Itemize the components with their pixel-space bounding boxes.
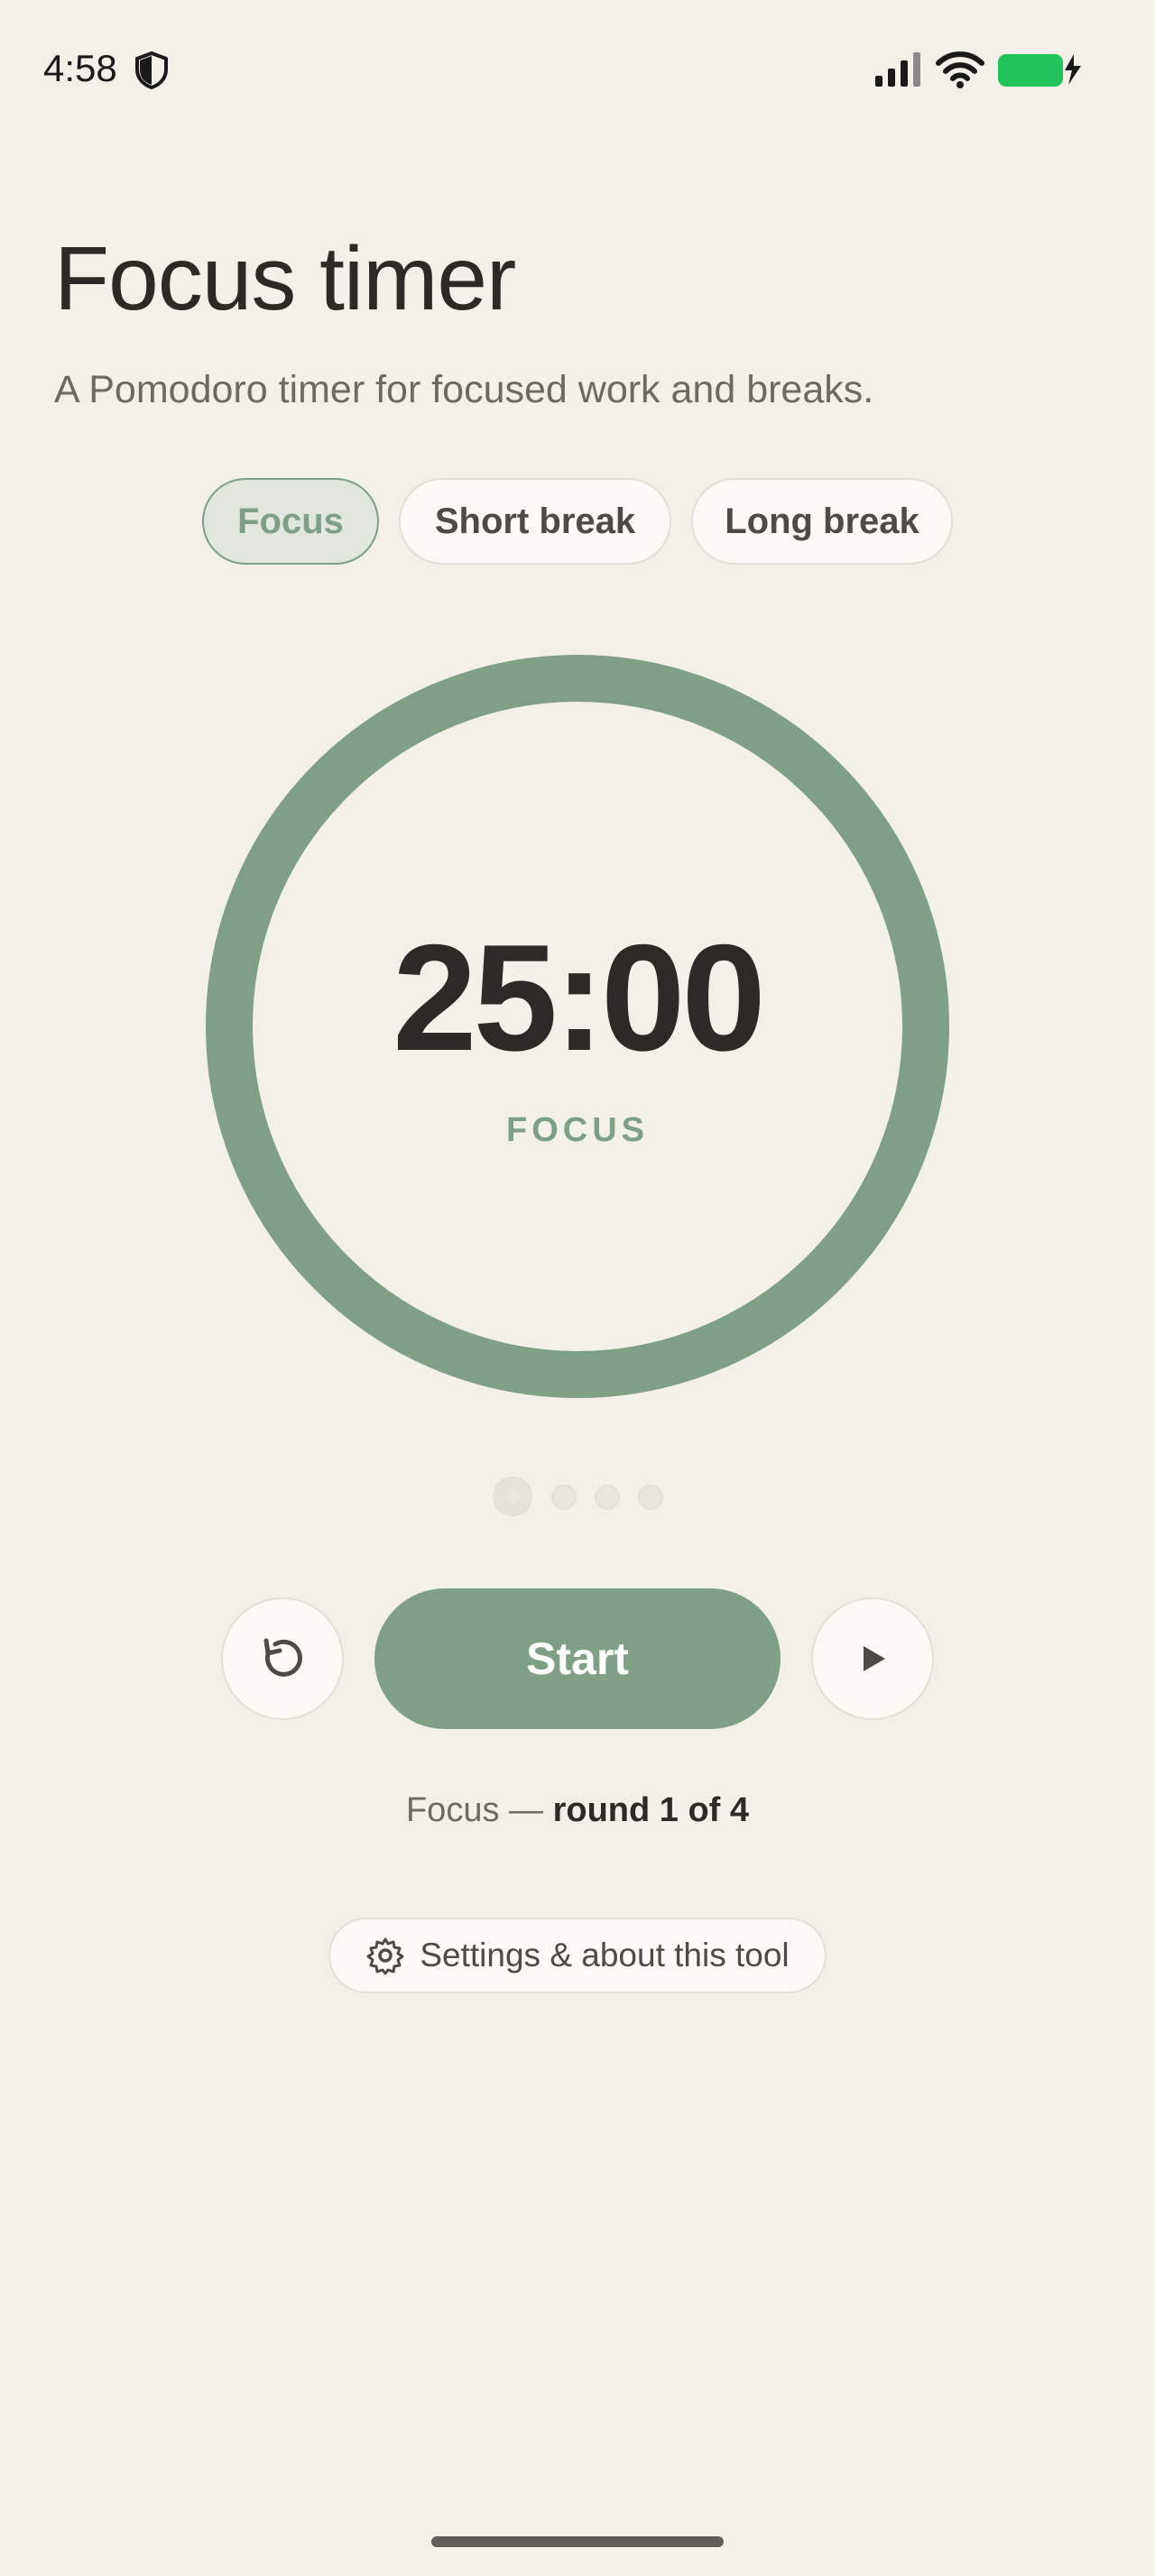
cellular-signal-icon [875,52,920,87]
timer-mode-label: FOCUS [506,1111,649,1149]
page-subtitle: A Pomodoro timer for focused work and br… [54,368,874,411]
wifi-icon [936,51,984,88]
reset-icon [263,1638,302,1677]
skip-button[interactable] [811,1597,934,1720]
round-dot-2 [551,1485,577,1510]
settings-button[interactable]: Settings & about this tool [328,1918,827,1993]
battery-charging-icon [998,54,1081,87]
mode-tabs: Focus Short break Long break [0,478,1155,568]
timer-display: 25:00 FOCUS [206,655,949,1398]
round-dot-3 [595,1485,620,1510]
round-status-prefix: Focus — [405,1791,553,1829]
round-dot-1 [493,1477,532,1516]
home-indicator[interactable] [431,2536,724,2547]
reset-button[interactable] [221,1597,344,1720]
tab-focus[interactable]: Focus [202,478,379,565]
play-skip-icon [864,1646,885,1671]
gear-icon [366,1937,404,1975]
round-status: Focus — round 1 of 4 [0,1791,1155,1830]
page-title: Focus timer [54,228,516,329]
round-dot-4 [638,1485,663,1510]
round-status-count: round 1 of 4 [552,1791,750,1829]
round-indicator [0,1474,1155,1519]
status-bar: 4:58 [0,0,1155,135]
tab-long-break[interactable]: Long break [691,478,953,565]
timer-time: 25:00 [393,913,766,1082]
settings-label: Settings & about this tool [420,1937,790,1973]
status-time: 4:58 [43,47,117,89]
start-button[interactable]: Start [374,1588,781,1729]
shield-icon [135,51,168,89]
tab-short-break[interactable]: Short break [399,478,671,565]
